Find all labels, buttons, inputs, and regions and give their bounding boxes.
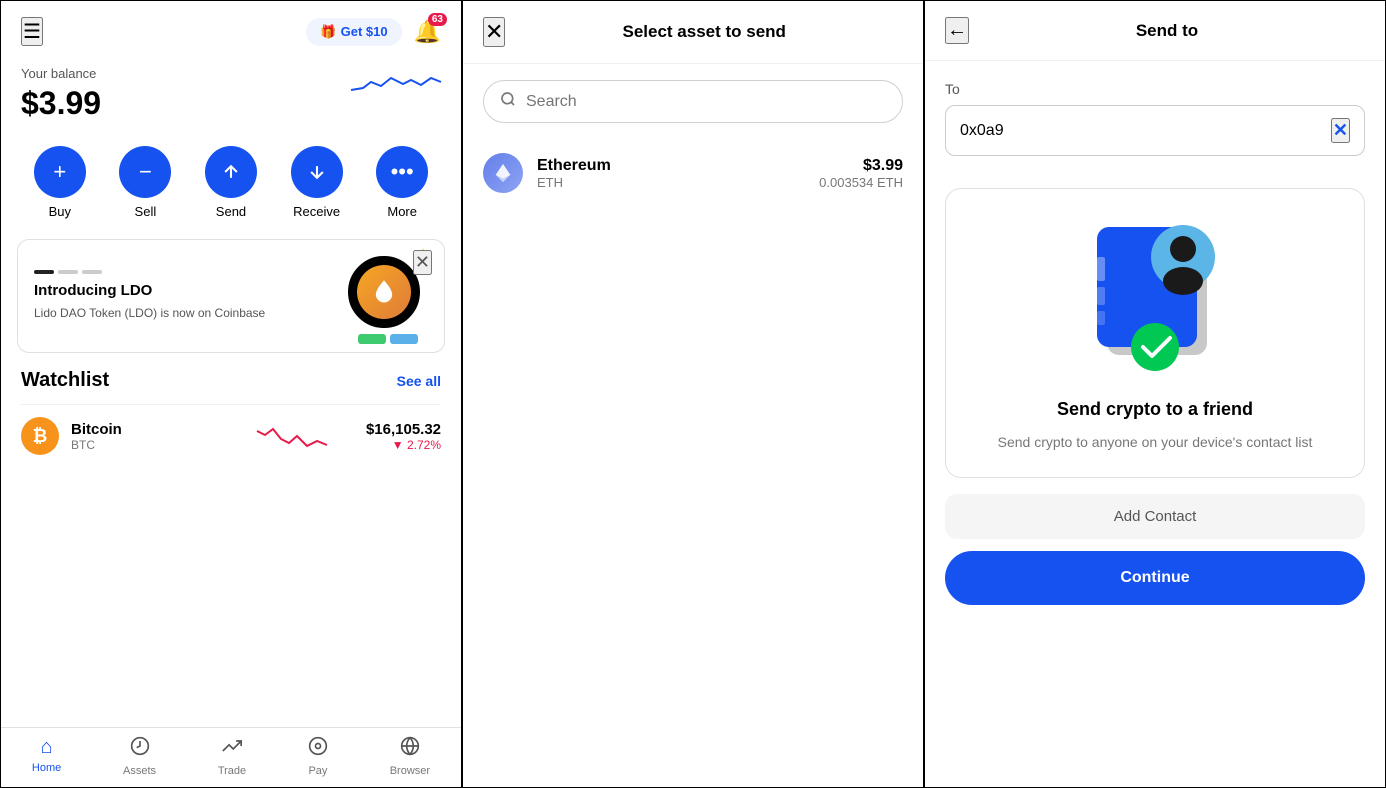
clear-address-button[interactable]: ✕ — [1331, 118, 1350, 143]
contact-illustration — [1075, 219, 1235, 379]
bitcoin-name: Bitcoin — [71, 421, 218, 438]
more-action[interactable]: ••• More — [376, 146, 428, 219]
friend-card-desc: Send crypto to anyone on your device's c… — [998, 432, 1313, 453]
watchlist-title: Watchlist — [21, 369, 109, 392]
ethereum-usd: $3.99 — [819, 157, 903, 175]
watchlist-section: Watchlist See all ₿ Bitcoin BTC $16,105.… — [1, 353, 461, 475]
promo-desc: Lido DAO Token (LDO) is now on Coinbase — [34, 305, 265, 322]
ethereum-symbol: ETH — [537, 175, 819, 190]
buy-icon: + — [34, 146, 86, 198]
bitcoin-info: Bitcoin BTC — [71, 421, 218, 452]
dot-active — [34, 270, 54, 274]
continue-button[interactable]: Continue — [945, 551, 1365, 605]
to-label: To — [945, 81, 1365, 97]
get-money-button[interactable]: 🎁 Get $10 — [306, 18, 401, 46]
nav-home[interactable]: ⌂ Home — [32, 736, 61, 777]
ethereum-values: $3.99 0.003534 ETH — [819, 157, 903, 190]
receive-icon — [291, 146, 343, 198]
browser-icon — [400, 736, 420, 762]
search-input[interactable] — [526, 93, 886, 111]
gift-icon: 🎁 — [320, 24, 336, 40]
dot-inactive-1 — [58, 270, 78, 274]
notification-badge: 63 — [428, 13, 447, 26]
nav-trade[interactable]: Trade — [218, 736, 246, 777]
right-panel: ← Send to To 0x0a9 ✕ — [924, 0, 1386, 788]
bitcoin-icon: ₿ — [21, 417, 59, 455]
bitcoin-values: $16,105.32 ▼ 2.72% — [366, 421, 441, 452]
home-icon: ⌂ — [41, 736, 53, 759]
trade-icon — [222, 736, 242, 762]
ethereum-icon — [483, 153, 523, 193]
bitcoin-price: $16,105.32 — [366, 421, 441, 438]
ethereum-asset-row[interactable]: Ethereum ETH $3.99 0.003534 ETH — [463, 139, 923, 207]
watchlist-header: Watchlist See all — [21, 369, 441, 392]
sell-action[interactable]: − Sell — [119, 146, 171, 219]
nav-assets[interactable]: Assets — [123, 736, 156, 777]
promo-card: Introducing LDO Lido DAO Token (LDO) is … — [17, 239, 445, 353]
balance-section: Your balance $3.99 — [1, 56, 461, 138]
pay-icon — [308, 736, 328, 762]
right-header: ← Send to — [925, 1, 1385, 61]
bitcoin-change: ▼ 2.72% — [366, 438, 441, 452]
send-to-section: To 0x0a9 ✕ — [925, 61, 1385, 176]
search-icon — [500, 91, 516, 112]
notifications-button[interactable]: 🔔 63 — [414, 19, 441, 45]
ethereum-eth-amount: 0.003534 ETH — [819, 175, 903, 190]
bitcoin-chart — [218, 421, 365, 451]
promo-close-button[interactable]: ✕ — [413, 250, 432, 275]
back-button[interactable]: ← — [945, 17, 969, 44]
ldo-inner — [357, 265, 411, 319]
buy-action[interactable]: + Buy — [34, 146, 86, 219]
promo-content: Introducing LDO Lido DAO Token (LDO) is … — [34, 270, 265, 322]
promo-title: Introducing LDO — [34, 282, 265, 299]
add-contact-preview: Add Contact — [945, 494, 1365, 539]
address-input-row[interactable]: 0x0a9 ✕ — [945, 105, 1365, 156]
ethereum-info: Ethereum ETH — [537, 157, 819, 190]
bitcoin-row[interactable]: ₿ Bitcoin BTC $16,105.32 ▼ 2.72% — [21, 404, 441, 467]
sell-icon: − — [119, 146, 171, 198]
search-bar[interactable] — [483, 80, 903, 123]
friend-card-title: Send crypto to a friend — [1057, 399, 1253, 420]
send-icon — [205, 146, 257, 198]
send-to-friend-card: Send crypto to a friend Send crypto to a… — [945, 188, 1365, 478]
header-right: 🎁 Get $10 🔔 63 — [306, 18, 441, 46]
ethereum-name: Ethereum — [537, 157, 819, 175]
left-header: ☰ 🎁 Get $10 🔔 63 — [1, 1, 461, 56]
assets-icon — [130, 736, 150, 762]
ldo-platform — [348, 334, 428, 344]
nav-pay[interactable]: Pay — [308, 736, 328, 777]
see-all-button[interactable]: See all — [397, 373, 441, 389]
right-title: Send to — [969, 21, 1365, 41]
more-icon: ••• — [376, 146, 428, 198]
promo-dots — [34, 270, 265, 274]
menu-button[interactable]: ☰ — [21, 17, 43, 46]
send-action[interactable]: Send — [205, 146, 257, 219]
action-buttons: + Buy − Sell Send Receive — [1, 138, 461, 239]
left-panel: ☰ 🎁 Get $10 🔔 63 Your balance $3.99 + Bu… — [0, 0, 462, 788]
balance-chart — [351, 60, 441, 105]
bottom-nav: ⌂ Home Assets Trade — [1, 727, 461, 787]
bitcoin-symbol: BTC — [71, 438, 218, 452]
ldo-token-icon — [348, 256, 420, 328]
address-text: 0x0a9 — [960, 122, 1323, 140]
middle-title: Select asset to send — [505, 22, 903, 42]
nav-browser[interactable]: Browser — [390, 736, 430, 777]
dot-inactive-2 — [82, 270, 102, 274]
middle-header: ✕ Select asset to send — [463, 1, 923, 64]
middle-panel: ✕ Select asset to send Ethereum ETH $3.9… — [462, 0, 924, 788]
receive-action[interactable]: Receive — [291, 146, 343, 219]
close-button[interactable]: ✕ — [483, 17, 505, 47]
